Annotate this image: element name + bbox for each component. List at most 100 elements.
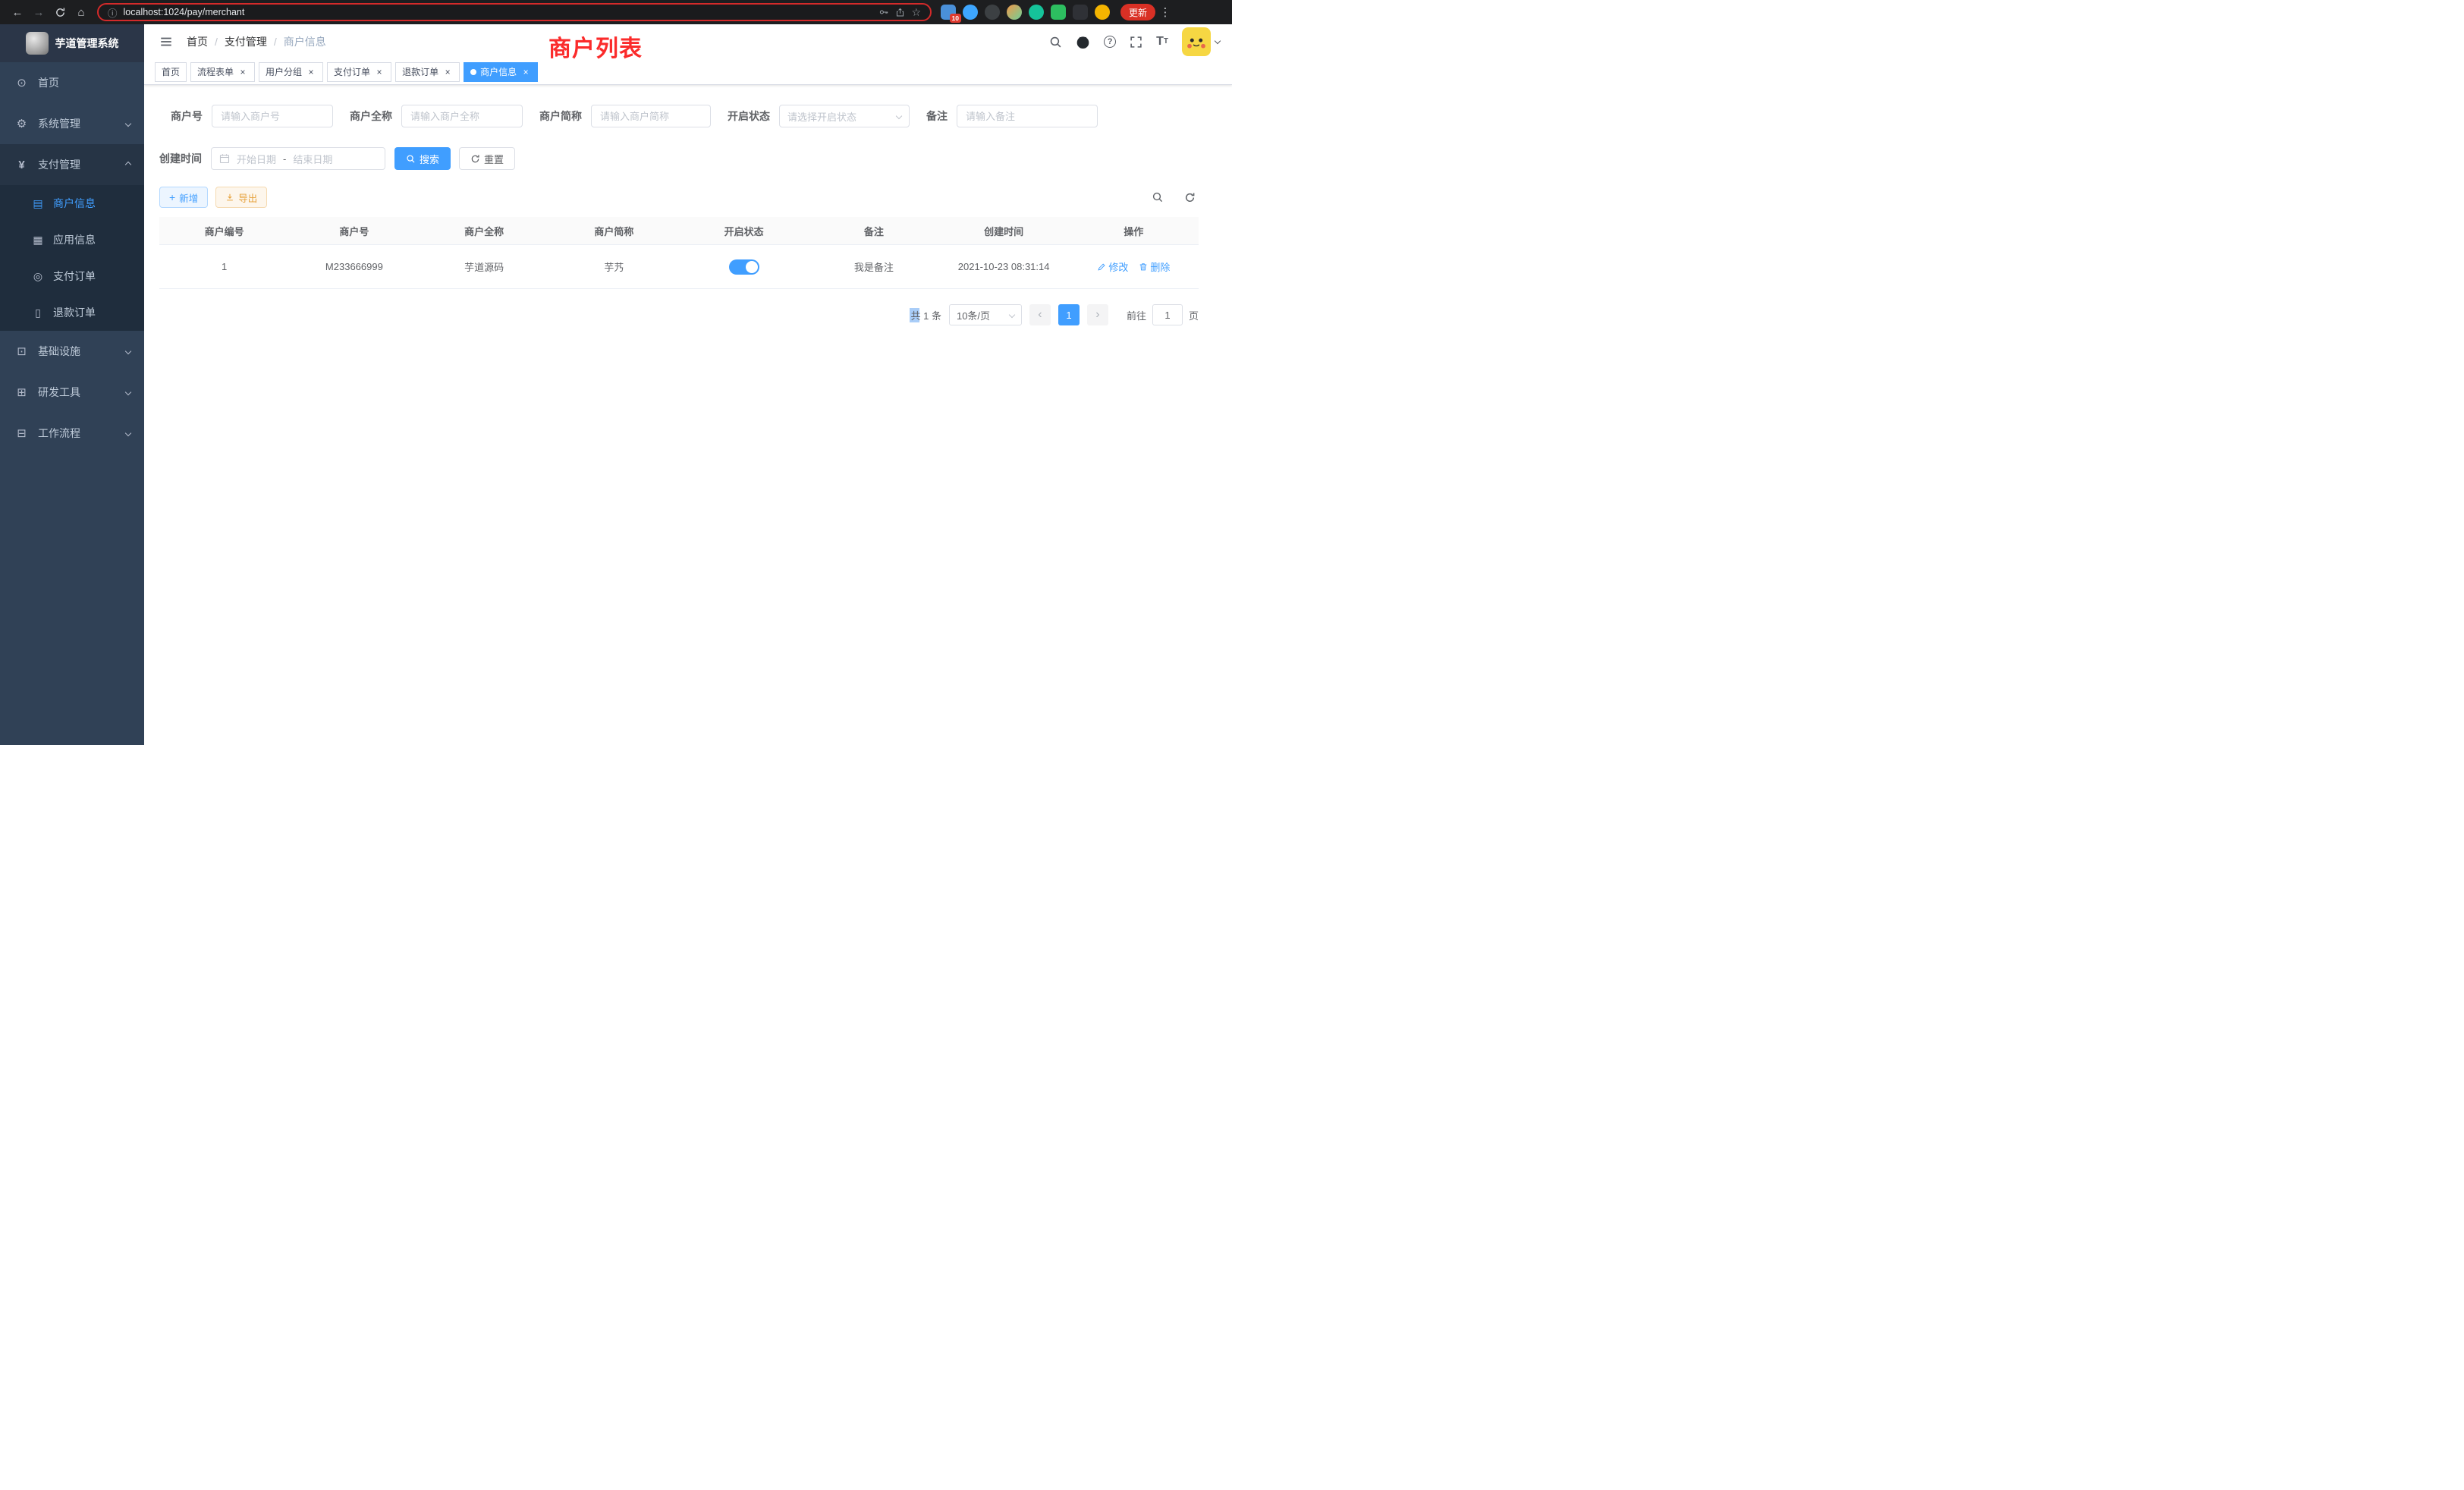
edit-link[interactable]: 修改	[1097, 259, 1128, 274]
tab-label: 商户信息	[480, 65, 517, 78]
sidebar-item-system[interactable]: ⚙ 系统管理	[0, 103, 144, 144]
cell-status	[679, 245, 809, 288]
github-icon[interactable]	[1076, 35, 1090, 49]
tab-close-icon[interactable]: ×	[374, 67, 385, 77]
help-icon[interactable]: ?	[1104, 36, 1116, 48]
page-size-select[interactable]: 10条/页	[949, 304, 1022, 325]
tab-close-icon[interactable]: ×	[237, 67, 248, 77]
card-icon: ▤	[32, 197, 44, 210]
extension-icon-5[interactable]	[1029, 5, 1044, 20]
app-logo[interactable]: 芋道管理系统	[0, 24, 144, 62]
reset-button[interactable]: 重置	[459, 147, 515, 170]
share-icon[interactable]	[895, 8, 905, 17]
page-1-button[interactable]: 1	[1058, 304, 1080, 325]
search-toggle-button[interactable]	[1149, 188, 1167, 206]
tab-user-group[interactable]: 用户分组 ×	[259, 62, 323, 82]
cell-short-name: 芋艿	[549, 245, 679, 288]
reload-button[interactable]	[50, 2, 70, 22]
remark-label: 备注	[926, 108, 948, 124]
delete-link[interactable]: 删除	[1139, 259, 1170, 274]
refresh-icon	[470, 154, 480, 164]
font-size-icon[interactable]: TT	[1156, 36, 1168, 48]
tab-process-form[interactable]: 流程表单 ×	[190, 62, 255, 82]
table-toolbar: + 新增 导出	[159, 187, 1199, 208]
search-icon[interactable]	[1049, 36, 1062, 49]
chevron-down-icon	[896, 113, 902, 119]
browser-toolbar: ← → ⌂ ⓘ localhost:1024/pay/merchant ☆ 10	[0, 0, 1232, 24]
col-merchant-no: 商户号	[289, 217, 419, 244]
sidebar-item-label: 支付管理	[38, 157, 116, 172]
sidebar-item-workflow[interactable]: ⊟ 工作流程	[0, 413, 144, 454]
page-unit-label: 页	[1189, 308, 1199, 322]
omnibox[interactable]: ⓘ localhost:1024/pay/merchant ☆	[97, 3, 932, 21]
date-range-picker[interactable]: 开始日期 - 结束日期	[211, 147, 385, 170]
col-short-name: 商户简称	[549, 217, 679, 244]
search-button[interactable]: 搜索	[394, 147, 451, 170]
sidebar-item-payment[interactable]: ¥ 支付管理	[0, 144, 144, 185]
merchant-fullname-input[interactable]	[401, 105, 523, 127]
home-button[interactable]: ⌂	[71, 2, 91, 22]
breadcrumb-item-home[interactable]: 首页	[187, 34, 208, 49]
tab-label: 首页	[162, 65, 180, 78]
extension-icon-7[interactable]	[1073, 5, 1088, 20]
sidebar-item-label: 系统管理	[38, 116, 116, 131]
tab-home[interactable]: 首页	[155, 62, 187, 82]
merchant-fullname-label: 商户全称	[350, 108, 392, 124]
tab-pay-order[interactable]: 支付订单 ×	[327, 62, 391, 82]
status-toggle[interactable]	[729, 259, 759, 275]
remark-input[interactable]	[957, 105, 1098, 127]
bookmark-star-icon[interactable]: ☆	[911, 6, 921, 19]
sidebar-subitem-merchant-info[interactable]: ▤ 商户信息	[0, 185, 144, 222]
goto-label: 前往	[1127, 308, 1146, 322]
merchant-no-label: 商户号	[171, 108, 203, 124]
extension-icon-4[interactable]	[1007, 5, 1022, 20]
extension-icon-3[interactable]	[985, 5, 1000, 20]
tab-merchant-info[interactable]: 商户信息 ×	[464, 62, 538, 82]
export-button[interactable]: 导出	[215, 187, 267, 208]
status-label: 开启状态	[728, 108, 770, 124]
breadcrumb-item-payment[interactable]: 支付管理	[225, 34, 267, 49]
sidebar-subitem-pay-order[interactable]: ◎ 支付订单	[0, 258, 144, 294]
forward-button[interactable]: →	[29, 2, 49, 22]
sidebar-item-infra[interactable]: ⊡ 基础设施	[0, 331, 144, 372]
download-icon	[225, 193, 234, 202]
user-menu[interactable]	[1182, 27, 1220, 56]
sidebar-subitem-refund-order[interactable]: ▯ 退款订单	[0, 294, 144, 331]
merchant-no-input[interactable]	[212, 105, 333, 127]
extension-icon-2[interactable]	[963, 5, 978, 20]
fullscreen-icon[interactable]	[1130, 36, 1142, 49]
tab-close-icon[interactable]: ×	[520, 67, 531, 77]
extension-icon-6[interactable]	[1051, 5, 1066, 20]
sidebar-item-devtools[interactable]: ⊞ 研发工具	[0, 372, 144, 413]
cell-merchant-id: 1	[159, 245, 289, 288]
navbar: 首页 / 支付管理 / 商户信息 商户列表 ?	[144, 24, 1232, 59]
search-icon	[406, 154, 416, 164]
sidebar-item-home[interactable]: ⊙ 首页	[0, 62, 144, 103]
update-button[interactable]: 更新	[1120, 4, 1155, 20]
add-button[interactable]: + 新增	[159, 187, 208, 208]
next-page-button[interactable]: ›	[1087, 304, 1108, 325]
status-select[interactable]: 请选择开启状态	[779, 105, 910, 127]
prev-page-button[interactable]: ‹	[1029, 304, 1051, 325]
key-icon[interactable]	[878, 7, 889, 17]
url-text[interactable]: localhost:1024/pay/merchant	[124, 7, 873, 17]
refund-doc-icon: ▯	[32, 306, 44, 319]
merchant-shortname-input[interactable]	[591, 105, 711, 127]
tab-close-icon[interactable]: ×	[306, 67, 316, 77]
back-button[interactable]: ←	[8, 2, 27, 22]
navbar-icons: ? TT	[1049, 27, 1220, 56]
hamburger-icon[interactable]	[156, 32, 176, 52]
extension-icon-8[interactable]	[1095, 5, 1110, 20]
sidebar-subitem-label: 退款订单	[53, 305, 96, 320]
site-info-icon[interactable]: ⓘ	[108, 5, 118, 20]
goto-page-input[interactable]	[1152, 304, 1183, 325]
sidebar-subitem-app-info[interactable]: ▦ 应用信息	[0, 222, 144, 258]
extension-icon-1[interactable]: 10	[941, 5, 956, 20]
chevron-down-icon	[125, 121, 131, 127]
tab-close-icon[interactable]: ×	[442, 67, 453, 77]
tab-refund-order[interactable]: 退款订单 ×	[395, 62, 460, 82]
browser-menu-button[interactable]: ⋮	[1157, 5, 1174, 19]
refresh-button[interactable]	[1180, 188, 1199, 206]
date-end-placeholder: 结束日期	[293, 152, 332, 166]
page-size-value: 10条/页	[957, 308, 990, 322]
